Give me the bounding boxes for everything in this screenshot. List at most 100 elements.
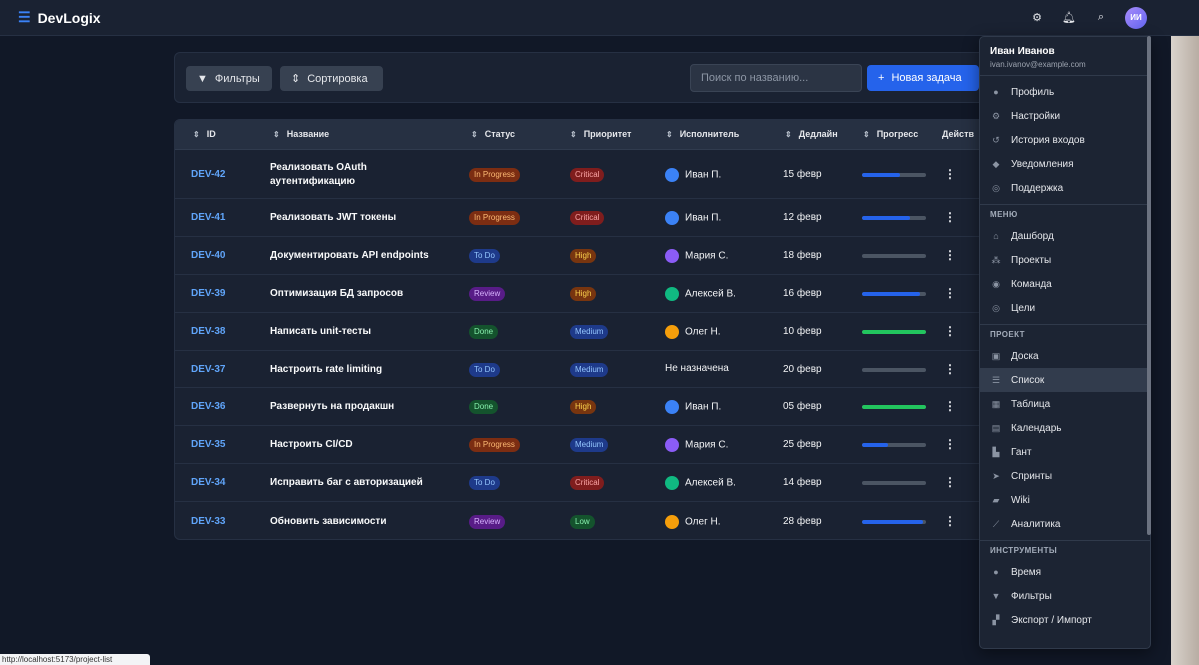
table-row[interactable]: DEV-35 Настроить CI/CD In Progress Mediu… <box>175 426 1003 464</box>
column-deadline[interactable]: ⇕ Дедлайн <box>785 129 838 139</box>
more-actions-icon[interactable]: ⋮ <box>944 437 956 451</box>
task-id[interactable]: DEV-39 <box>191 288 225 299</box>
assignee[interactable]: Не назначена <box>665 363 729 374</box>
sort-icon: ⇕ <box>471 129 478 139</box>
more-actions-icon[interactable]: ⋮ <box>944 362 956 376</box>
task-name[interactable]: Реализовать OAuth аутентификацию <box>270 161 367 189</box>
column-name[interactable]: ⇕ Название <box>273 129 329 139</box>
menu-scrollbar[interactable] <box>1147 36 1151 535</box>
assignee[interactable]: Иван П. <box>665 211 721 225</box>
search-icon[interactable]: ⌕ <box>1093 10 1109 26</box>
menu-item[interactable]: ● Время <box>980 560 1150 584</box>
task-name-line: Настроить CI/CD <box>270 439 353 450</box>
more-actions-icon[interactable]: ⋮ <box>944 286 956 300</box>
column-status[interactable]: ⇕ Статус <box>471 129 515 139</box>
menu-item[interactable]: ◎ Цели <box>980 296 1150 320</box>
chart-icon: ⟋ <box>992 518 1000 529</box>
menu-item[interactable]: ◎ Поддержка <box>980 176 1150 200</box>
table-row[interactable]: DEV-36 Развернуть на продакшн Done High … <box>175 388 1003 426</box>
more-actions-icon[interactable]: ⋮ <box>944 475 956 489</box>
more-actions-icon[interactable]: ⋮ <box>944 514 956 528</box>
table-row[interactable]: DEV-39 Оптимизация БД запросов Review Hi… <box>175 275 1003 313</box>
more-actions-icon[interactable]: ⋮ <box>944 248 956 262</box>
task-id[interactable]: DEV-33 <box>191 516 225 527</box>
task-id[interactable]: DEV-42 <box>191 169 225 180</box>
menu-item[interactable]: ▣ Доска <box>980 344 1150 368</box>
menu-item[interactable]: ⚙ Настройки <box>980 104 1150 128</box>
column-progress[interactable]: ⇕ Прогресс <box>863 129 918 139</box>
table-row[interactable]: DEV-38 Написать unit-тесты Done Medium О… <box>175 313 1003 351</box>
task-name[interactable]: Исправить баг с авторизацией <box>270 476 423 490</box>
menu-item[interactable]: ▼ Фильтры <box>980 584 1150 608</box>
assignee[interactable]: Мария С. <box>665 249 728 263</box>
column-assignee[interactable]: ⇕ Исполнитель <box>666 129 739 139</box>
table-row[interactable]: DEV-42 Реализовать OAuth аутентификацию I… <box>175 150 1003 199</box>
menu-item[interactable]: ⁂ Проекты <box>980 248 1150 272</box>
top-bar: ☰ DevLogix ⚙ 🔔︎ ⌕ ИИ <box>0 0 1199 36</box>
more-actions-icon[interactable]: ⋮ <box>944 399 956 413</box>
table-row[interactable]: DEV-33 Обновить зависимости Review Low О… <box>175 502 1003 539</box>
task-name[interactable]: Реализовать JWT токены <box>270 211 396 225</box>
menu-item[interactable]: ▦ Таблица <box>980 392 1150 416</box>
table-row[interactable]: DEV-41 Реализовать JWT токены In Progres… <box>175 199 1003 237</box>
menu-item[interactable]: ⌂ Дашборд <box>980 224 1150 248</box>
task-id[interactable]: DEV-41 <box>191 212 225 223</box>
task-id[interactable]: DEV-36 <box>191 401 225 412</box>
menu-section-title: ПРОЕКТ <box>980 324 1150 344</box>
progress-fill <box>862 173 901 177</box>
avatar <box>665 476 679 490</box>
more-actions-icon[interactable]: ⋮ <box>944 210 956 224</box>
assignee[interactable]: Олег Н. <box>665 515 721 529</box>
task-name[interactable]: Обновить зависимости <box>270 515 386 529</box>
status-badge: To Do <box>469 363 500 377</box>
task-id[interactable]: DEV-38 <box>191 326 225 337</box>
new-task-button[interactable]: + Новая задача <box>867 65 979 91</box>
sort-button[interactable]: ⇕ Сортировка <box>280 66 383 91</box>
menu-section-title: ИНСТРУМЕНТЫ <box>980 540 1150 560</box>
table-row[interactable]: DEV-37 Настроить rate limiting To Do Med… <box>175 351 1003 388</box>
task-name[interactable]: Оптимизация БД запросов <box>270 287 403 301</box>
task-name[interactable]: Документировать API endpoints <box>270 249 429 263</box>
assignee[interactable]: Мария С. <box>665 438 728 452</box>
task-name[interactable]: Написать unit-тесты <box>270 325 371 339</box>
board-icon: ▣ <box>991 350 1001 361</box>
task-id[interactable]: DEV-37 <box>191 364 225 375</box>
assignee[interactable]: Олег Н. <box>665 325 721 339</box>
menu-item[interactable]: ◉ Команда <box>980 272 1150 296</box>
table-row[interactable]: DEV-40 Документировать API endpoints To … <box>175 237 1003 275</box>
menu-item[interactable]: ⟋ Аналитика <box>980 512 1150 536</box>
home-icon: ⌂ <box>993 231 999 241</box>
menu-item[interactable]: ▤ Календарь <box>980 416 1150 440</box>
task-id[interactable]: DEV-35 <box>191 439 225 450</box>
menu-item[interactable]: ▙ Гант <box>980 440 1150 464</box>
menu-item[interactable]: ▞ Экспорт / Импорт <box>980 608 1150 632</box>
menu-item[interactable]: ▰ Wiki <box>980 488 1150 512</box>
task-name[interactable]: Настроить CI/CD <box>270 438 353 452</box>
task-name[interactable]: Настроить rate limiting <box>270 363 382 377</box>
more-actions-icon[interactable]: ⋮ <box>944 167 956 181</box>
column-id[interactable]: ⇕ ID <box>193 129 216 139</box>
menu-item[interactable]: ☰ Список <box>980 368 1150 392</box>
filters-label: Фильтры <box>214 72 260 85</box>
task-name[interactable]: Развернуть на продакшн <box>270 400 394 414</box>
menu-item[interactable]: ● Профиль <box>980 80 1150 104</box>
assignee[interactable]: Иван П. <box>665 400 721 414</box>
bell-icon[interactable]: 🔔︎ <box>1061 10 1077 26</box>
column-priority[interactable]: ⇕ Приоритет <box>570 129 631 139</box>
filters-button[interactable]: ▼ Фильтры <box>186 66 272 91</box>
menu-item[interactable]: ➤ Спринты <box>980 464 1150 488</box>
search-input[interactable] <box>690 64 862 92</box>
menu-item[interactable]: ↺ История входов <box>980 128 1150 152</box>
assignee[interactable]: Алексей В. <box>665 287 736 301</box>
task-id[interactable]: DEV-40 <box>191 250 225 261</box>
status-badge: Done <box>469 325 499 339</box>
menu-item[interactable]: ◆ Уведомления <box>980 152 1150 176</box>
gear-icon[interactable]: ⚙ <box>1029 10 1045 26</box>
avatar[interactable]: ИИ <box>1125 6 1147 29</box>
more-actions-icon[interactable]: ⋮ <box>944 324 956 338</box>
app-logo[interactable]: ☰ DevLogix <box>18 9 101 26</box>
table-row[interactable]: DEV-34 Исправить баг с авторизацией To D… <box>175 464 1003 502</box>
assignee[interactable]: Алексей В. <box>665 476 736 490</box>
assignee[interactable]: Иван П. <box>665 168 721 182</box>
task-id[interactable]: DEV-34 <box>191 477 225 488</box>
